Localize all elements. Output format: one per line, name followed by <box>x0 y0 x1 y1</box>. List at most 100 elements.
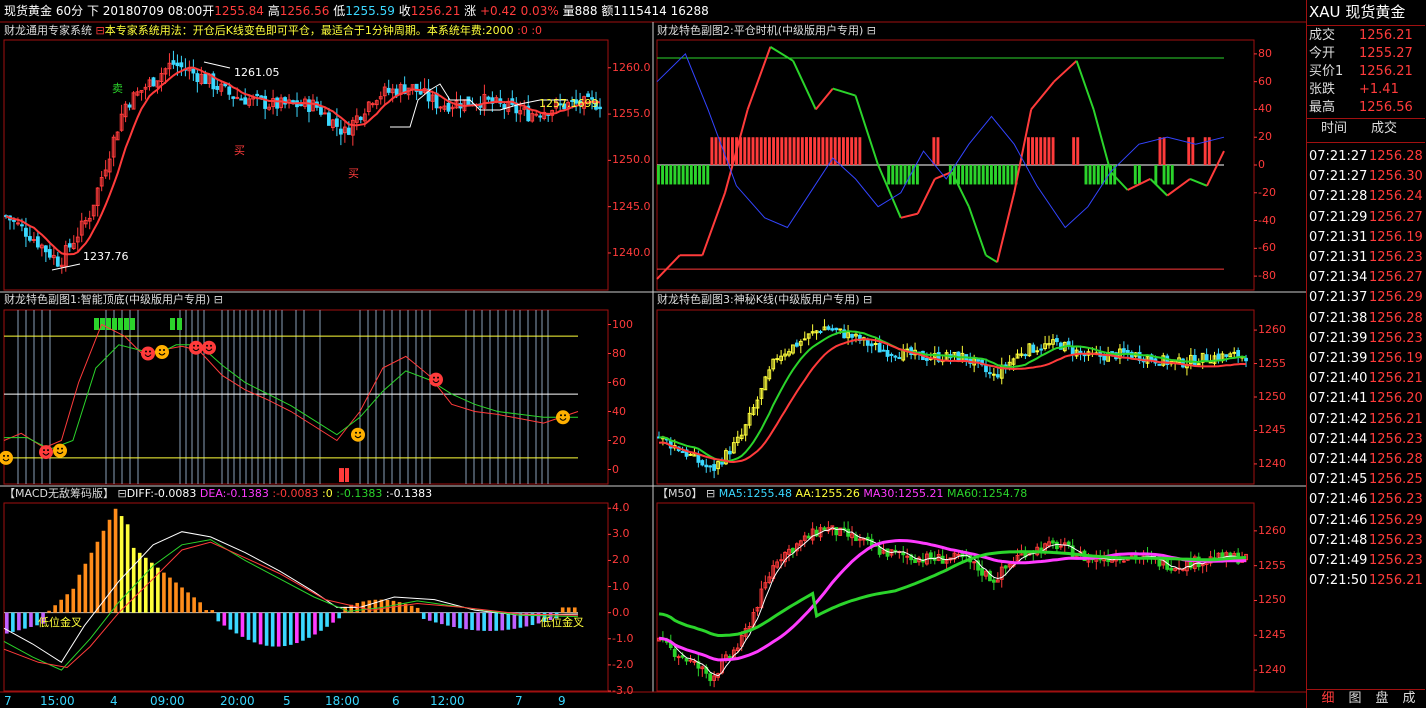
candle-body <box>885 548 890 557</box>
dea-value: -0.1383 <box>226 487 269 500</box>
m50-panel-title[interactable]: 【M50】 ⊟ MA5:1255.48 AA:1255.26 MA30:1255… <box>657 486 1027 502</box>
divider <box>1307 25 1425 26</box>
tick-price: 1256.23 <box>1369 532 1423 548</box>
tick-time: 07:21:37 <box>1309 290 1368 306</box>
collapse-icon[interactable]: ⊟ <box>706 487 715 500</box>
tick-row[interactable]: 07:21:39 1256.23 <box>1307 329 1425 349</box>
signal-bar-red <box>788 137 792 165</box>
aa-label: AA: <box>795 487 815 500</box>
signal-bar-green <box>915 165 919 185</box>
main-panel-title[interactable]: 财龙通用专家系统 ⊟本专家系统用法：开仓后K线变色即可平仓，最适合于1分钟周期。… <box>4 23 542 39</box>
tick-row[interactable]: 07:21:29 1256.27 <box>1307 208 1425 228</box>
y-tick-label: -40 <box>1258 213 1276 227</box>
candle-body <box>151 77 156 87</box>
tick-row[interactable]: 07:21:28 1256.24 <box>1307 187 1425 207</box>
y-tick-label: 0 <box>1258 158 1265 171</box>
side-tab[interactable]: 盘 <box>1369 690 1395 708</box>
candle-body <box>55 256 60 267</box>
sub3-panel-title[interactable]: 财龙特色副图3:神秘K线(中级版用户专用) ⊟ <box>657 292 872 308</box>
trend-line <box>5 66 601 256</box>
candle-body <box>684 658 689 662</box>
macd-histogram-bar <box>83 563 88 613</box>
candle-body <box>1216 353 1221 361</box>
collapse-icon[interactable]: ⊟ <box>863 293 872 306</box>
oscillator-line <box>985 254 998 264</box>
panel-frame <box>656 502 1255 692</box>
candle-body <box>688 453 693 456</box>
candle-body <box>1122 560 1126 563</box>
tick-row[interactable]: 07:21:37 1256.29 <box>1307 288 1425 308</box>
candle-body <box>1066 541 1071 546</box>
sub2-panel-title[interactable]: 财龙特色副图2:平仓时机(中级版用户专用) ⊟ <box>657 23 876 39</box>
candle-body <box>704 464 709 468</box>
tick-row[interactable]: 07:21:40 1256.21 <box>1307 369 1425 389</box>
candle-body <box>877 342 882 353</box>
face-eye <box>61 447 63 450</box>
y-tick-label: 80 <box>612 346 626 360</box>
tick-row[interactable]: 07:21:39 1256.19 <box>1307 349 1425 369</box>
candle-body <box>231 96 236 99</box>
tick-row[interactable]: 07:21:41 1256.20 <box>1307 389 1425 409</box>
collapse-icon[interactable]: ⊟ <box>867 24 876 37</box>
side-tab[interactable]: 细 <box>1315 690 1341 708</box>
tick-time: 07:21:45 <box>1309 472 1368 488</box>
tick-row[interactable]: 07:21:49 1256.23 <box>1307 551 1425 571</box>
signal-bar-green <box>693 165 697 185</box>
tick-price: 1256.30 <box>1369 169 1423 185</box>
macd-histogram-bar <box>470 612 474 630</box>
tick-row[interactable]: 07:21:38 1256.28 <box>1307 309 1425 329</box>
side-tab[interactable]: 图 <box>1342 690 1368 708</box>
tick-time: 07:21:44 <box>1309 431 1368 447</box>
collapse-icon[interactable]: ⊟ <box>117 487 126 500</box>
bottom-smiley-icon <box>351 427 365 442</box>
macd-histogram-bar <box>313 612 317 635</box>
tick-row[interactable]: 07:21:48 1256.23 <box>1307 531 1425 551</box>
tick-row[interactable]: 07:21:27 1256.30 <box>1307 167 1425 187</box>
tick-time: 07:21:48 <box>1309 532 1368 548</box>
candle-body <box>1192 354 1197 366</box>
tick-row[interactable]: 07:21:44 1256.28 <box>1307 450 1425 470</box>
macd-histogram-bar <box>258 612 263 645</box>
collapse-icon[interactable]: ⊟ <box>96 24 105 37</box>
x-tick-label: 20:00 <box>220 694 255 708</box>
face-eye <box>145 350 147 353</box>
tick-row[interactable]: 07:21:46 1256.23 <box>1307 490 1425 510</box>
tick-time: 07:21:27 <box>1309 169 1368 185</box>
tick-row[interactable]: 07:21:27 1256.28 <box>1307 147 1425 167</box>
sub1-panel-title[interactable]: 财龙特色副图1:智能顶底(中级版用户专用) ⊟ <box>4 292 223 308</box>
x-tick-label: 7 <box>4 694 12 708</box>
face-eye <box>3 454 5 457</box>
tick-row[interactable]: 07:21:44 1256.23 <box>1307 430 1425 450</box>
tick-row[interactable]: 07:21:46 1256.29 <box>1307 511 1425 531</box>
tick-row[interactable]: 07:21:34 1256.27 <box>1307 268 1425 288</box>
signal-bar-green <box>681 165 685 185</box>
macd-histogram-bar <box>234 612 239 634</box>
candle-body <box>179 62 184 68</box>
macd-histogram-bar <box>77 574 82 613</box>
quote-row: 最高 1256.56 <box>1307 99 1425 117</box>
y-tick-label: 20 <box>1258 130 1272 144</box>
macd-histogram-bar <box>458 612 462 629</box>
candle-body <box>708 673 713 682</box>
tick-row[interactable]: 07:21:50 1256.21 <box>1307 571 1425 591</box>
macd-panel-title[interactable]: 【MACD无敌筹码版】 ⊟DIFF:-0.0083 DEA:-0.1383 :-… <box>4 486 432 502</box>
tick-row[interactable]: 07:21:31 1256.23 <box>1307 248 1425 268</box>
bottom-smiley-icon <box>0 450 13 465</box>
bottom-smiley-icon <box>53 443 67 458</box>
side-tab[interactable]: 成 <box>1396 690 1422 708</box>
macd-histogram-bar <box>71 588 76 613</box>
face-eye <box>359 431 361 434</box>
collapse-icon[interactable]: ⊟ <box>214 293 223 306</box>
candle-body <box>446 102 451 112</box>
tick-row[interactable]: 07:21:31 1256.19 <box>1307 228 1425 248</box>
chart-canvas[interactable] <box>0 0 1306 708</box>
candle-body <box>1125 349 1130 354</box>
macd-histogram-bar <box>427 612 432 621</box>
signal-bar-green <box>891 165 895 185</box>
quote-label: 张跌 <box>1309 82 1336 97</box>
tick-row[interactable]: 07:21:45 1256.25 <box>1307 470 1425 490</box>
signal-bar-green <box>665 165 669 185</box>
y-tick-label: 40 <box>612 404 626 418</box>
tick-row[interactable]: 07:21:42 1256.21 <box>1307 410 1425 430</box>
signal-bar-red <box>1043 137 1047 165</box>
